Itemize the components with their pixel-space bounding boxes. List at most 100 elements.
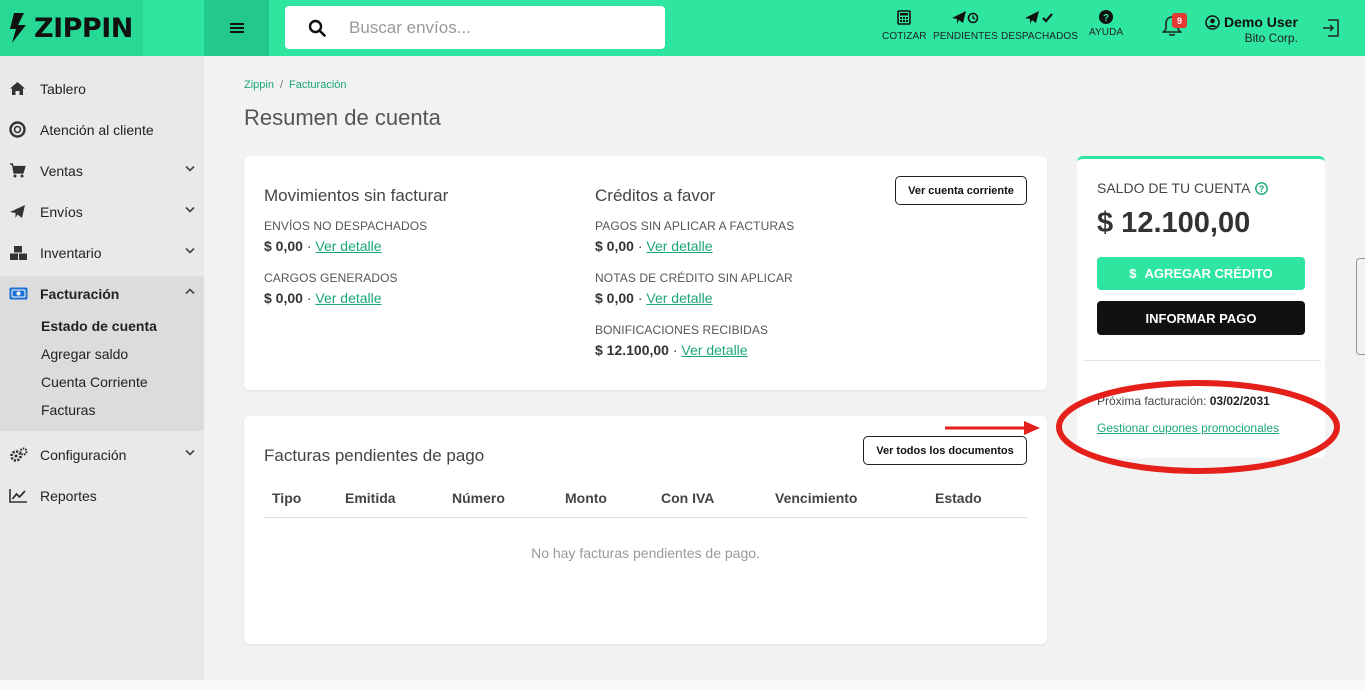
zippin-logo-icon — [10, 13, 26, 43]
user-menu[interactable]: Demo User Bito Corp. — [1205, 14, 1298, 45]
column-header[interactable]: Con IVA — [661, 490, 714, 506]
line-chart-icon — [9, 488, 31, 503]
ver-cuenta-corriente-button[interactable]: Ver cuenta corriente — [895, 176, 1027, 205]
search-input[interactable] — [349, 17, 649, 38]
amount-value: $ 12.100,00 — [595, 342, 669, 358]
ayuda-label: AYUDA — [1089, 27, 1124, 38]
plane-icon — [9, 204, 31, 219]
user-name: Demo User — [1224, 14, 1298, 30]
user-icon — [1205, 14, 1220, 30]
sidebar-item-reportes[interactable]: Reportes — [0, 475, 204, 516]
menu-toggle-button[interactable] — [204, 0, 269, 56]
plane-check-icon — [1024, 11, 1053, 24]
breadcrumb-separator: / — [279, 79, 284, 91]
calculator-icon — [897, 10, 912, 25]
sidebar: Tablero Atención al cliente Ventas Envío… — [0, 56, 204, 690]
column-header[interactable]: Estado — [935, 490, 982, 506]
cotizar-button[interactable]: COTIZAR — [882, 10, 927, 42]
despachados-button[interactable]: DESPACHADOS — [1001, 10, 1078, 42]
home-icon — [9, 81, 31, 96]
sidebar-item-label: Configuración — [40, 446, 127, 463]
facturas-title: Facturas pendientes de pago — [264, 446, 485, 465]
sidebar-item-label: Atención al cliente — [40, 121, 154, 138]
ver-detalle-link[interactable]: Ver detalle — [315, 290, 381, 306]
sidebar-item-envios[interactable]: Envíos — [0, 191, 204, 232]
amount-value: $ 0,00 — [595, 290, 634, 306]
sidebar-subitem-cuenta-corriente[interactable]: Cuenta Corriente — [41, 374, 148, 390]
agregar-credito-button[interactable]: $ AGREGAR CRÉDITO — [1097, 257, 1305, 290]
credito-caption: BONIFICACIONES RECIBIDAS — [595, 323, 769, 337]
credito-amount-row: $ 0,00 · Ver detalle — [595, 290, 713, 306]
breadcrumb-current[interactable]: Facturación — [289, 79, 346, 91]
amount-value: $ 0,00 — [264, 238, 303, 254]
boxes-icon — [9, 245, 31, 261]
search-icon[interactable] — [285, 19, 349, 37]
creditos-title: Créditos a favor — [595, 186, 715, 205]
ayuda-button[interactable]: ? AYUDA — [1089, 10, 1123, 38]
chevron-down-icon — [185, 247, 195, 254]
column-header[interactable]: Emitida — [345, 490, 396, 506]
breadcrumb-root-link[interactable]: Zippin — [244, 79, 274, 91]
pendientes-button[interactable]: PENDIENTES — [933, 10, 998, 42]
chevron-down-icon — [185, 165, 195, 172]
sidebar-item-facturacion[interactable]: Facturación — [0, 273, 204, 314]
lifebuoy-icon — [9, 121, 31, 138]
sidebar-item-label: Inventario — [40, 244, 102, 261]
ver-detalle-link[interactable]: Ver detalle — [646, 238, 712, 254]
next-billing-date: 03/02/2031 — [1209, 394, 1270, 408]
scrollbar-handle[interactable] — [1356, 258, 1365, 355]
saldo-label-row: SALDO DE TU CUENTA ? — [1097, 180, 1268, 196]
sidebar-item-label: Reportes — [40, 487, 97, 504]
user-company: Bito Corp. — [1244, 31, 1298, 45]
money-icon — [9, 287, 31, 300]
balance-value: $ 12.100,00 — [1097, 207, 1251, 239]
sidebar-item-label: Facturación — [40, 285, 120, 302]
ver-todos-documentos-button[interactable]: Ver todos los documentos — [863, 436, 1027, 465]
top-bar: ZIPPIN COTIZAR PENDI — [0, 0, 1365, 56]
search-box — [285, 6, 665, 49]
logout-button[interactable] — [1321, 18, 1341, 43]
chevron-down-icon — [185, 206, 195, 213]
informar-pago-button[interactable]: INFORMAR PAGO — [1097, 301, 1305, 335]
notification-count-badge: 9 — [1172, 13, 1187, 28]
sidebar-subitem-estado-de-cuenta[interactable]: Estado de cuenta — [41, 318, 157, 334]
brand-name: ZIPPIN — [34, 12, 133, 44]
bottom-strip — [0, 680, 1365, 690]
logo[interactable]: ZIPPIN — [0, 0, 143, 56]
sidebar-item-label: Ventas — [40, 162, 83, 179]
next-billing: Próxima facturación: 03/02/2031 — [1097, 394, 1270, 408]
chevron-up-icon — [185, 288, 195, 295]
sidebar-item-atencion[interactable]: Atención al cliente — [0, 109, 204, 150]
ver-detalle-link[interactable]: Ver detalle — [646, 290, 712, 306]
sidebar-item-configuracion[interactable]: Configuración — [0, 434, 204, 475]
amount-value: $ 0,00 — [264, 290, 303, 306]
sidebar-subitem-facturas[interactable]: Facturas — [41, 402, 95, 418]
column-header[interactable]: Tipo — [272, 490, 301, 506]
page-title: Resumen de cuenta — [244, 105, 441, 130]
movimiento-caption: CARGOS GENERADOS — [264, 271, 398, 285]
column-header[interactable]: Monto — [565, 490, 607, 506]
saldo-label: SALDO DE TU CUENTA — [1097, 180, 1251, 196]
column-header[interactable]: Número — [452, 490, 505, 506]
amount-value: $ 0,00 — [595, 238, 634, 254]
cotizar-label: COTIZAR — [882, 31, 927, 42]
agregar-credito-label: AGREGAR CRÉDITO — [1144, 266, 1273, 281]
hamburger-icon — [229, 23, 244, 33]
sidebar-item-tablero[interactable]: Tablero — [0, 68, 204, 109]
dollar-icon: $ — [1129, 266, 1137, 281]
credito-caption: PAGOS SIN APLICAR A FACTURAS — [595, 219, 795, 233]
gestionar-cupones-link[interactable]: Gestionar cupones promocionales — [1097, 421, 1279, 435]
sidebar-subitem-agregar-saldo[interactable]: Agregar saldo — [41, 346, 128, 362]
question-circle-icon[interactable]: ? — [1254, 181, 1268, 195]
sign-out-icon — [1323, 19, 1339, 37]
balance-divider — [1083, 360, 1321, 361]
sidebar-item-ventas[interactable]: Ventas — [0, 150, 204, 191]
sidebar-item-inventario[interactable]: Inventario — [0, 232, 204, 273]
credito-amount-row: $ 0,00 · Ver detalle — [595, 238, 713, 254]
cart-icon — [9, 163, 31, 178]
ver-detalle-link[interactable]: Ver detalle — [681, 342, 747, 358]
column-header[interactable]: Vencimiento — [775, 490, 857, 506]
pendientes-label: PENDIENTES — [933, 31, 998, 42]
next-billing-label: Próxima facturación: — [1097, 394, 1207, 408]
ver-detalle-link[interactable]: Ver detalle — [315, 238, 381, 254]
